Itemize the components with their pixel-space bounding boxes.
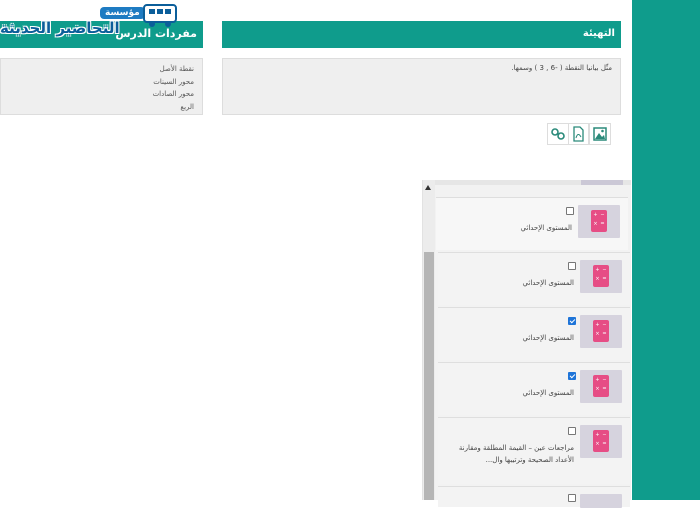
calculator-icon: + − × = (593, 375, 609, 397)
calculator-icon: + − × = (593, 430, 609, 452)
lesson-item[interactable]: + − × = المستوى الإحداثي (436, 197, 628, 250)
lessons-panel[interactable]: + − × = المستوى الإحداثي + − × = المستوى الإ… (422, 180, 631, 508)
logo-small-text: مؤسسة (100, 7, 145, 19)
image-button[interactable] (589, 123, 611, 145)
thumbnail-peek (581, 180, 623, 185)
panel-top-edge (423, 180, 631, 185)
lesson-checkbox[interactable] (568, 262, 576, 270)
warmup-header: التهيئة (222, 21, 621, 48)
calculator-icon: + − × = (593, 320, 609, 342)
warmup-prompt: مثّل بيانيا النقطة ( -6 , 3 ) وسمها. (511, 64, 612, 72)
lesson-thumbnail: + − × = (578, 205, 620, 238)
calculator-icon: + − × = (593, 265, 609, 287)
lesson-label: المستوى الإحداثي (522, 389, 574, 397)
scrollbar-track[interactable] (423, 180, 435, 500)
right-sidebar-strip (632, 0, 700, 500)
lesson-item[interactable]: + − × = مراجعات عين – القيمة المطلقة ومقار… (438, 417, 630, 484)
lesson-label: المستوى الإحداثي (522, 334, 574, 342)
vocabulary-panel: نقطة الأصل محور السينات محور الصادات الر… (0, 58, 203, 115)
vocabulary-item: الربع (180, 102, 194, 111)
pdf-icon (573, 126, 584, 142)
site-logo: مؤسسة التحاضير الحديثة (0, 0, 180, 42)
pdf-button[interactable] (567, 123, 589, 145)
lesson-thumbnail: + − × = (580, 260, 622, 293)
lesson-checkbox-checked[interactable] (568, 317, 576, 325)
lesson-thumbnail: + − × = (580, 370, 622, 403)
lesson-item[interactable]: + − × = المستوى الإحداثي (438, 362, 630, 415)
link-button[interactable] (547, 123, 569, 145)
lesson-checkbox[interactable] (568, 494, 576, 502)
bus-icon (143, 4, 177, 27)
lesson-label: المستوى الإحداثي (520, 224, 572, 232)
scrollbar-thumb[interactable] (424, 252, 434, 500)
calculator-icon: + − × = (591, 210, 607, 232)
lesson-thumbnail (580, 494, 622, 508)
lesson-thumbnail: + − × = (580, 425, 622, 458)
lesson-thumbnail: + − × = (580, 315, 622, 348)
lesson-item[interactable] (438, 486, 630, 508)
lesson-item[interactable]: + − × = المستوى الإحداثي (438, 252, 630, 305)
logo-big-text: التحاضير الحديثة (0, 19, 120, 37)
vocabulary-item: نقطة الأصل (159, 65, 194, 73)
image-icon (593, 127, 607, 141)
lesson-item[interactable]: + − × = المستوى الإحداثي (438, 307, 630, 360)
warmup-title: التهيئة (582, 28, 615, 39)
vocabulary-item: محور السينات (153, 77, 194, 86)
lesson-checkbox[interactable] (566, 207, 574, 215)
link-icon (551, 128, 565, 140)
lesson-label: المستوى الإحداثي (522, 279, 574, 287)
lesson-checkbox[interactable] (568, 427, 576, 435)
warmup-panel: مثّل بيانيا النقطة ( -6 , 3 ) وسمها. (222, 58, 621, 115)
lesson-label: مراجعات عين – القيمة المطلقة ومقارنة الأ… (458, 444, 574, 464)
lesson-checkbox-checked[interactable] (568, 372, 576, 380)
scroll-up-arrow-icon[interactable] (425, 185, 431, 190)
vocabulary-item: محور الصادات (152, 90, 194, 98)
